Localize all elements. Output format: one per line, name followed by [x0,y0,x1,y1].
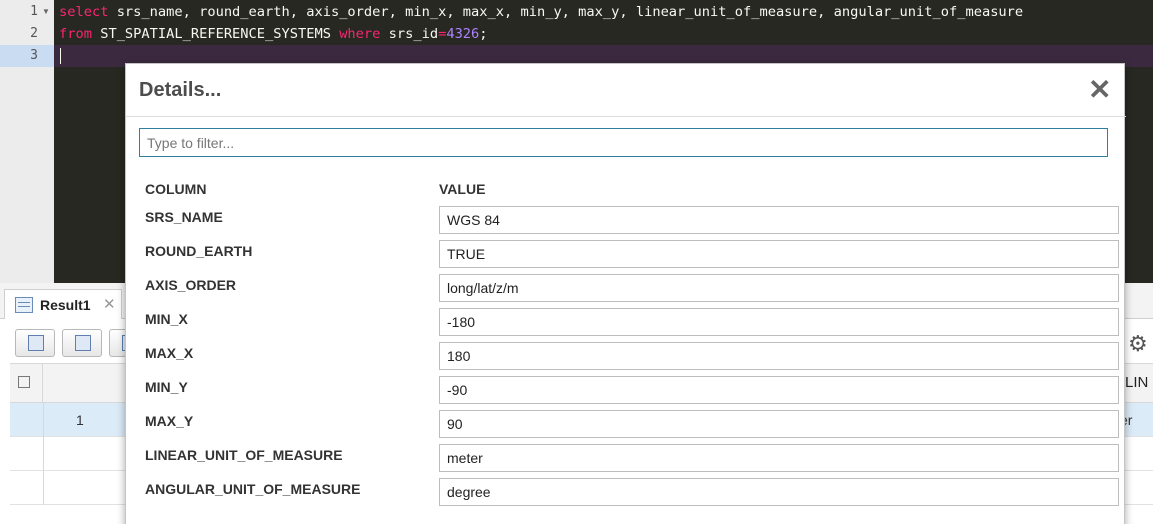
copy-button[interactable] [15,329,55,357]
sql-keyword: select [59,4,109,20]
row-separator [43,471,44,505]
property-value-srs-name[interactable] [439,206,1119,234]
sql-number: 4326 [446,26,480,42]
sql-text: srs_id [380,26,439,42]
tab-result1[interactable]: Result1 ✕ [4,289,122,319]
property-name-min-y: MIN_Y [145,379,188,395]
column-header-linear-unit[interactable]: LIN [1125,374,1148,391]
column-separator [42,364,43,404]
sql-text: ; [479,26,488,42]
property-value-min-x[interactable] [439,308,1119,336]
gear-icon[interactable]: ⚙ [1128,331,1148,357]
tab-label: Result1 [40,297,91,313]
row-separator [43,403,44,437]
tab-close-icon[interactable]: ✕ [103,295,116,313]
code-line[interactable]: 1 ▼ select srs_name, round_earth, axis_ord… [0,1,1153,23]
select-all-icon[interactable] [18,376,30,388]
property-name-srs-name: SRS_NAME [145,209,223,225]
column-header: COLUMN [145,181,207,197]
property-name-round-earth: ROUND_EARTH [145,243,253,259]
property-name-min-x: MIN_X [145,311,188,327]
property-name-max-y: MAX_Y [145,413,194,429]
property-value-round-earth[interactable] [439,240,1119,268]
dialog-title: Details... [139,79,222,101]
details-dialog: Details... ✕ COLUMN VALUE SRS_NAME ROUND_… [125,63,1126,524]
line-number: 2 [30,26,38,41]
property-value-linear-unit-of-measure[interactable] [439,444,1119,472]
property-value-min-y[interactable] [439,376,1119,404]
table-view-button[interactable] [62,329,102,357]
value-header: VALUE [439,181,486,197]
property-name-linear-unit-of-measure: LINEAR_UNIT_OF_MEASURE [145,447,343,463]
property-value-axis-order[interactable] [439,274,1119,302]
sql-keyword: from [59,26,92,42]
property-value-angular-unit-of-measure[interactable] [439,478,1119,506]
table-icon [75,335,91,351]
property-name-angular-unit-of-measure: ANGULAR_UNIT_OF_MEASURE [145,481,361,497]
filter-input[interactable] [139,128,1108,157]
row-number: 1 [76,412,84,428]
dialog-divider [126,116,1126,117]
fold-toggle-icon[interactable]: ▼ [42,1,50,23]
sql-text: ST_SPATIAL_REFERENCE_SYSTEMS [91,26,340,42]
property-value-max-x[interactable] [439,342,1119,370]
copy-icon [28,335,44,351]
code-text: from ST_SPATIAL_REFERENCE_SYSTEMS where … [59,23,488,45]
sql-keyword: where [339,26,381,42]
property-name-max-x: MAX_X [145,345,194,361]
result-table-icon [15,297,33,313]
text-cursor [60,48,61,64]
code-text: select srs_name, round_earth, axis_order… [59,1,1023,23]
code-line[interactable]: 2 from ST_SPATIAL_REFERENCE_SYSTEMS where… [0,23,1153,45]
line-number: 3 [30,48,38,63]
row-separator [43,437,44,471]
property-value-max-y[interactable] [439,410,1119,438]
close-icon[interactable]: ✕ [1088,76,1111,104]
property-name-axis-order: AXIS_ORDER [145,277,237,293]
sql-text: srs_name, round_earth, axis_order, min_x… [108,4,1024,20]
line-number: 1 [30,4,38,19]
